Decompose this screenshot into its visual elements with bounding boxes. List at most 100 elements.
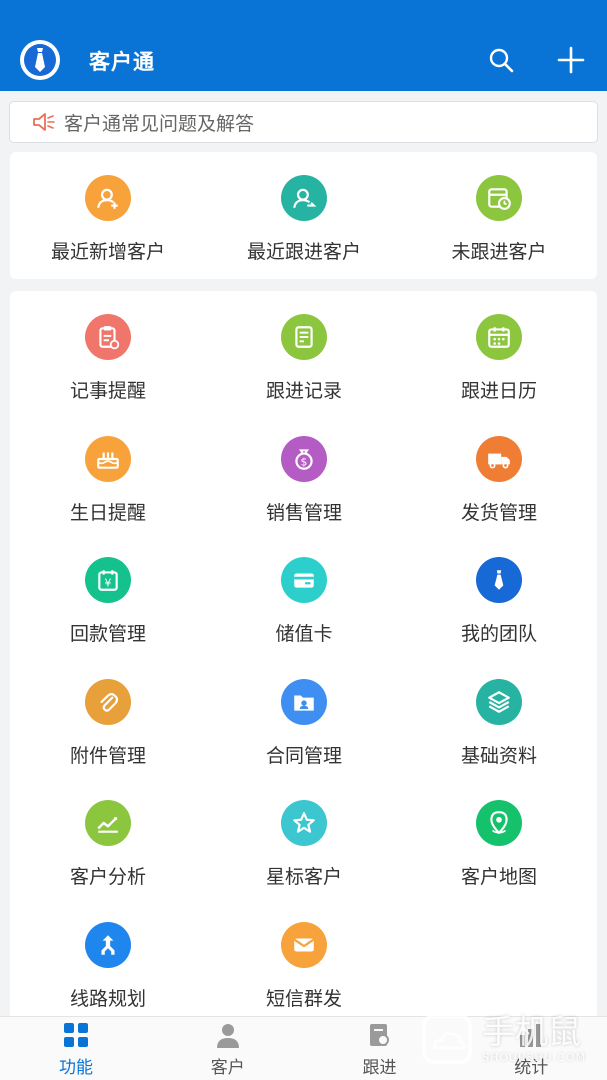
function-label: 销售管理 (265, 501, 342, 524)
function-item[interactable]: 线路规划 (10, 921, 206, 1011)
tab-functions[interactable]: 功能 (0, 1017, 152, 1080)
quick-action-item[interactable]: 最近新增客户 (10, 175, 206, 264)
svg-text:$: $ (301, 455, 308, 468)
map-pin-icon (490, 811, 508, 835)
tab-label: 功能 (59, 1058, 93, 1078)
quick-action-item[interactable]: 最近跟进客户 (206, 175, 402, 264)
quick-action-label: 未跟进客户 (451, 241, 547, 263)
icon-circle (85, 314, 131, 360)
function-item[interactable]: 客户分析 (10, 800, 206, 889)
icon-circle (281, 921, 327, 968)
function-item[interactable]: $ 销售管理 (206, 435, 402, 525)
icon-circle (85, 678, 131, 725)
app-header: 客户通 (0, 0, 607, 91)
function-item[interactable]: 附件管理 (10, 678, 206, 768)
follow-doc-icon (366, 1021, 394, 1049)
function-item[interactable]: 星标客户 (206, 800, 402, 889)
add-button[interactable] (553, 42, 589, 78)
function-label: 发货管理 (460, 501, 537, 524)
card-icon (294, 573, 314, 588)
function-label: 回款管理 (69, 623, 146, 645)
icon-circle (85, 800, 131, 846)
function-label: 生日提醒 (69, 501, 146, 524)
function-label: 跟进日历 (460, 380, 537, 402)
person-icon (214, 1021, 242, 1049)
clipboard-icon (99, 326, 120, 350)
function-label: 跟进记录 (265, 380, 342, 402)
line-chart-icon (97, 817, 118, 833)
svg-text:¥: ¥ (105, 577, 112, 590)
calendar-icon (488, 327, 510, 348)
icon-circle (476, 314, 522, 360)
function-label: 客户地图 (460, 866, 537, 888)
functions-grid: 记事提醒 跟进记录 跟进日历生日提醒 $ 销售管理 发货管理 ¥ 回款管理 储值卡 我的团队附件管… (10, 291, 597, 1021)
faq-notice-bar[interactable]: 客户通常见问题及解答 (9, 101, 598, 143)
icon-circle (85, 435, 131, 482)
search-button[interactable] (483, 42, 519, 78)
page-title: 客户通 (89, 50, 155, 74)
plus-icon (557, 46, 585, 74)
icon-circle (476, 175, 522, 221)
icon-circle (281, 175, 327, 221)
function-item[interactable]: ¥ 回款管理 (10, 557, 206, 646)
icon-circle (476, 800, 522, 846)
cake-icon (97, 452, 119, 469)
function-label: 线路规划 (69, 987, 146, 1010)
truck-icon (488, 453, 510, 468)
icon-circle (476, 435, 522, 482)
icon-circle (281, 678, 327, 725)
quick-action-label: 最近跟进客户 (246, 241, 361, 263)
function-item[interactable]: 基础资料 (401, 678, 597, 768)
cloud-watermark-icon (422, 1014, 472, 1064)
search-icon (489, 48, 514, 73)
function-item[interactable]: 生日提醒 (10, 435, 206, 525)
function-item[interactable]: 客户地图 (401, 800, 597, 889)
function-item[interactable]: 短信群发 (206, 921, 402, 1011)
speaker-icon (33, 113, 55, 131)
function-item[interactable]: 记事提醒 (10, 314, 206, 403)
icon-circle (476, 678, 522, 725)
watermark-subtext: SHOUJISHU.COM (482, 1051, 587, 1064)
money-bag-icon: $ (295, 448, 313, 470)
tab-customers[interactable]: 客户 (152, 1017, 304, 1080)
watermark-text: 手机鼠 (482, 1012, 581, 1051)
tab-label: 跟进 (362, 1058, 397, 1078)
contract-folder-icon (294, 695, 314, 711)
function-item[interactable]: 跟进记录 (206, 314, 402, 403)
calendar-clock-icon (488, 188, 511, 210)
yen-calendar-icon: ¥ (98, 570, 118, 591)
function-label: 记事提醒 (69, 380, 146, 402)
function-label: 附件管理 (69, 744, 146, 767)
function-item[interactable]: 发货管理 (401, 435, 597, 525)
function-label: 合同管理 (265, 744, 342, 767)
function-label: 我的团队 (460, 623, 537, 645)
function-item[interactable]: 我的团队 (401, 557, 597, 646)
icon-circle (85, 921, 131, 968)
quick-actions-card: 最近新增客户 最近跟进客户 未跟进客户 (10, 152, 597, 279)
star-icon (293, 812, 315, 833)
function-label: 储值卡 (275, 623, 333, 645)
notebook-icon (295, 326, 313, 348)
function-label: 客户分析 (69, 866, 146, 888)
function-item[interactable]: 储值卡 (206, 557, 402, 646)
function-item[interactable]: 跟进日历 (401, 314, 597, 403)
icon-circle (85, 175, 131, 221)
icon-circle: $ (281, 435, 327, 482)
function-label: 星标客户 (265, 866, 342, 888)
quick-action-label: 最近新增客户 (50, 241, 165, 263)
watermark-logo: 手机鼠 SHOUJISHU.COM (420, 1004, 600, 1072)
function-item[interactable]: 合同管理 (206, 678, 402, 768)
quick-action-item[interactable]: 未跟进客户 (401, 175, 597, 264)
icon-circle (281, 800, 327, 846)
function-label: 基础资料 (460, 744, 537, 767)
tie-icon (494, 570, 504, 590)
tab-label: 客户 (210, 1058, 245, 1078)
icon-circle (281, 557, 327, 603)
icon-circle (476, 557, 522, 603)
layers-icon (488, 690, 510, 713)
user-add-icon (97, 188, 118, 209)
route-icon (101, 934, 115, 955)
paperclip-icon (100, 692, 119, 712)
notice-text: 客户通常见问题及解答 (64, 112, 255, 135)
icon-circle: ¥ (85, 557, 131, 603)
